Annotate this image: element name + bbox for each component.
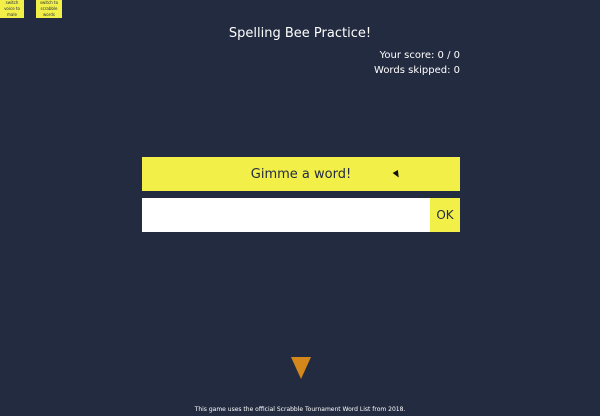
switch-voice-button[interactable]: switch voice to male xyxy=(0,0,24,18)
page-title: Spelling Bee Practice! xyxy=(228,26,372,41)
answer-input[interactable] xyxy=(142,198,430,232)
switch-words-button[interactable]: switch to scrabble words xyxy=(36,0,62,18)
words-skipped-text: Words skipped: 0 xyxy=(374,65,460,76)
score-text: Your score: 0 / 0 xyxy=(379,50,460,61)
scroll-down-arrow-icon[interactable] xyxy=(291,357,311,379)
gimme-word-button[interactable]: Gimme a word! xyxy=(142,157,460,191)
ok-button[interactable]: OK xyxy=(430,198,460,232)
footer-note: This game uses the official Scrabble Tou… xyxy=(194,406,406,413)
